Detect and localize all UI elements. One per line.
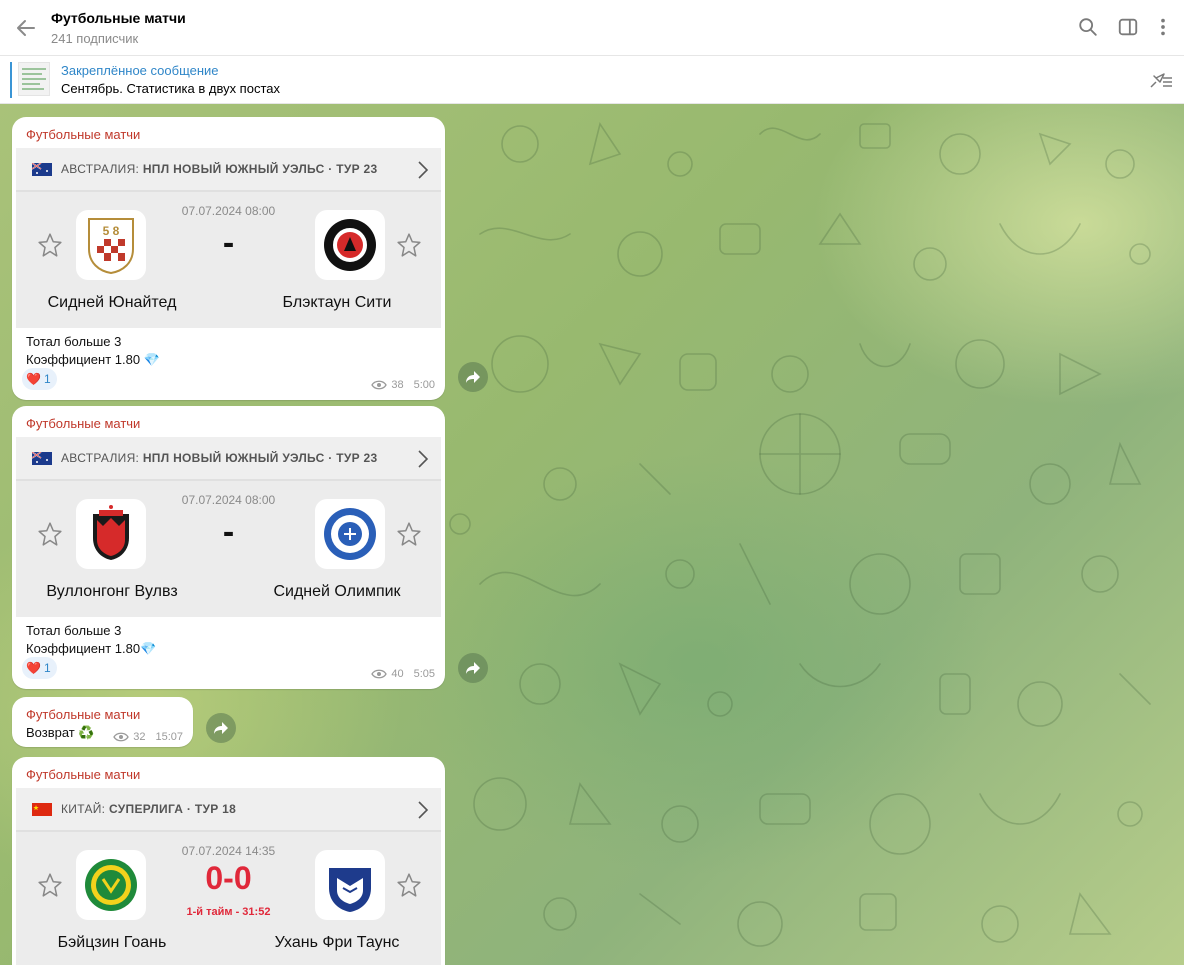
reaction-badge[interactable]: ❤️ 1 (22, 657, 57, 679)
reaction-badge[interactable]: ❤️ 1 (22, 368, 57, 390)
eye-icon (113, 732, 129, 742)
message-sender[interactable]: Футбольные матчи (26, 767, 140, 782)
match-info: 07.07.2024 14:35 0-0 1-й тайм - 31:52 Бэ… (16, 834, 441, 965)
home-team-name: Вуллонгонг Вулвз (46, 583, 178, 600)
message-text-line: Коэффициент 1.80💎 (26, 641, 157, 656)
chevron-right-icon (418, 450, 429, 468)
match-card[interactable]: АВСТРАЛИЯ: НПЛ НОВЫЙ ЮЖНЫЙ УЭЛЬС · ТУР 2… (16, 437, 441, 617)
home-team-name: Бэйцзин Гоань (57, 934, 167, 951)
message-bubble[interactable]: Футбольные матчи АВСТРАЛИЯ: НПЛ НОВЫЙ ЮЖ… (12, 117, 445, 400)
channel-title[interactable]: Футбольные матчи (51, 10, 186, 26)
match-info: 07.07.2024 08:00 - Вуллонгонг Вулвз Сидн… (16, 483, 441, 617)
league-row[interactable]: АВСТРАЛИЯ: НПЛ НОВЫЙ ЮЖНЫЙ УЭЛЬС · ТУР 2… (16, 148, 441, 192)
chevron-right-icon (418, 801, 429, 819)
league-row[interactable]: АВСТРАЛИЯ: НПЛ НОВЫЙ ЮЖНЫЙ УЭЛЬС · ТУР 2… (16, 437, 441, 481)
match-card[interactable]: АВСТРАЛИЯ: НПЛ НОВЫЙ ЮЖНЫЙ УЭЛЬС · ТУР 2… (16, 148, 441, 328)
away-team-name: Ухань Фри Таунс (274, 934, 400, 951)
away-team-logo (315, 210, 385, 280)
league-name: КИТАЙ: СУПЕРЛИГА · ТУР 18 (61, 802, 237, 816)
away-team-logo (315, 850, 385, 920)
pin-indicator (10, 62, 12, 98)
subscriber-count: 241 подписчик (51, 31, 139, 46)
star-icon[interactable] (396, 232, 422, 258)
away-team-name: Сидней Олимпик (273, 583, 401, 600)
message-text-line: Коэффициент 1.80 💎 (26, 352, 160, 367)
pinned-title: Закреплённое сообщение (61, 63, 219, 78)
message-bubble[interactable]: Футбольные матчи АВСТРАЛИЯ: НПЛ НОВЫЙ ЮЖ… (12, 406, 445, 689)
away-team-logo (315, 499, 385, 569)
league-name: АВСТРАЛИЯ: НПЛ НОВЫЙ ЮЖНЫЙ УЭЛЬС · ТУР 2… (61, 162, 378, 176)
message-time: 5:00 (413, 379, 435, 391)
reaction-count: 1 (43, 372, 51, 386)
eye-icon (371, 669, 388, 679)
back-arrow-icon[interactable] (14, 16, 38, 40)
unpin-icon[interactable] (1148, 70, 1174, 90)
chat-area: Футбольные матчи АВСТРАЛИЯ: НПЛ НОВЫЙ ЮЖ… (0, 104, 1184, 965)
message-meta: 32 15:07 (113, 731, 183, 743)
match-card[interactable]: КИТАЙ: СУПЕРЛИГА · ТУР 18 07.07.2024 14:… (16, 788, 441, 965)
view-count: 32 (133, 731, 146, 743)
match-info: 07.07.2024 08:00 5 8 - Сидней Юнайтед Бл… (16, 194, 441, 328)
pinned-text: Сентябрь. Статистика в двух постах (61, 81, 280, 96)
australia-flag-icon (32, 163, 52, 176)
forward-button[interactable] (458, 362, 488, 392)
star-icon[interactable] (396, 521, 422, 547)
chevron-right-icon (418, 161, 429, 179)
reaction-count: 1 (43, 661, 51, 675)
message-text-line: Тотал больше 3 (26, 334, 122, 349)
forward-icon (214, 722, 228, 734)
search-icon[interactable] (1077, 16, 1099, 38)
sidebar-icon[interactable] (1117, 16, 1139, 38)
league-name: АВСТРАЛИЯ: НПЛ НОВЫЙ ЮЖНЫЙ УЭЛЬС · ТУР 2… (61, 451, 378, 465)
pinned-message-bar[interactable]: Закреплённое сообщение Сентябрь. Статист… (0, 56, 1184, 104)
forward-icon (466, 371, 480, 383)
message-text-line: Тотал больше 3 (26, 623, 122, 638)
star-icon[interactable] (396, 872, 422, 898)
message-time: 5:05 (413, 668, 435, 680)
heart-icon: ❤️ (26, 372, 41, 386)
message-text: Возврат ♻️ (26, 725, 95, 740)
australia-flag-icon (32, 452, 52, 465)
message-bubble[interactable]: Футбольные матчи КИТАЙ: СУПЕРЛИГА · ТУР … (12, 757, 445, 965)
league-row[interactable]: КИТАЙ: СУПЕРЛИГА · ТУР 18 (16, 788, 441, 832)
message-time: 15:07 (155, 731, 183, 743)
more-icon[interactable] (1152, 16, 1174, 38)
china-flag-icon (32, 803, 52, 816)
eye-icon (371, 380, 388, 390)
view-count: 40 (391, 668, 404, 680)
home-team-name: Сидней Юнайтед (47, 294, 177, 311)
forward-button[interactable] (206, 713, 236, 743)
pinned-thumbnail (18, 62, 50, 96)
message-bubble[interactable]: Футбольные матчи Возврат ♻️ 32 15:07 (12, 697, 193, 747)
view-count: 38 (391, 379, 404, 391)
away-team-name: Блэктаун Сити (282, 294, 392, 311)
heart-icon: ❤️ (26, 661, 41, 675)
forward-button[interactable] (458, 653, 488, 683)
message-meta: 38 5:00 (371, 379, 435, 391)
forward-icon (466, 662, 480, 674)
message-sender[interactable]: Футбольные матчи (26, 127, 140, 142)
message-sender[interactable]: Футбольные матчи (26, 707, 140, 722)
message-sender[interactable]: Футбольные матчи (26, 416, 140, 431)
chat-header: Футбольные матчи 241 подписчик (0, 0, 1184, 56)
message-meta: 40 5:05 (371, 668, 435, 680)
